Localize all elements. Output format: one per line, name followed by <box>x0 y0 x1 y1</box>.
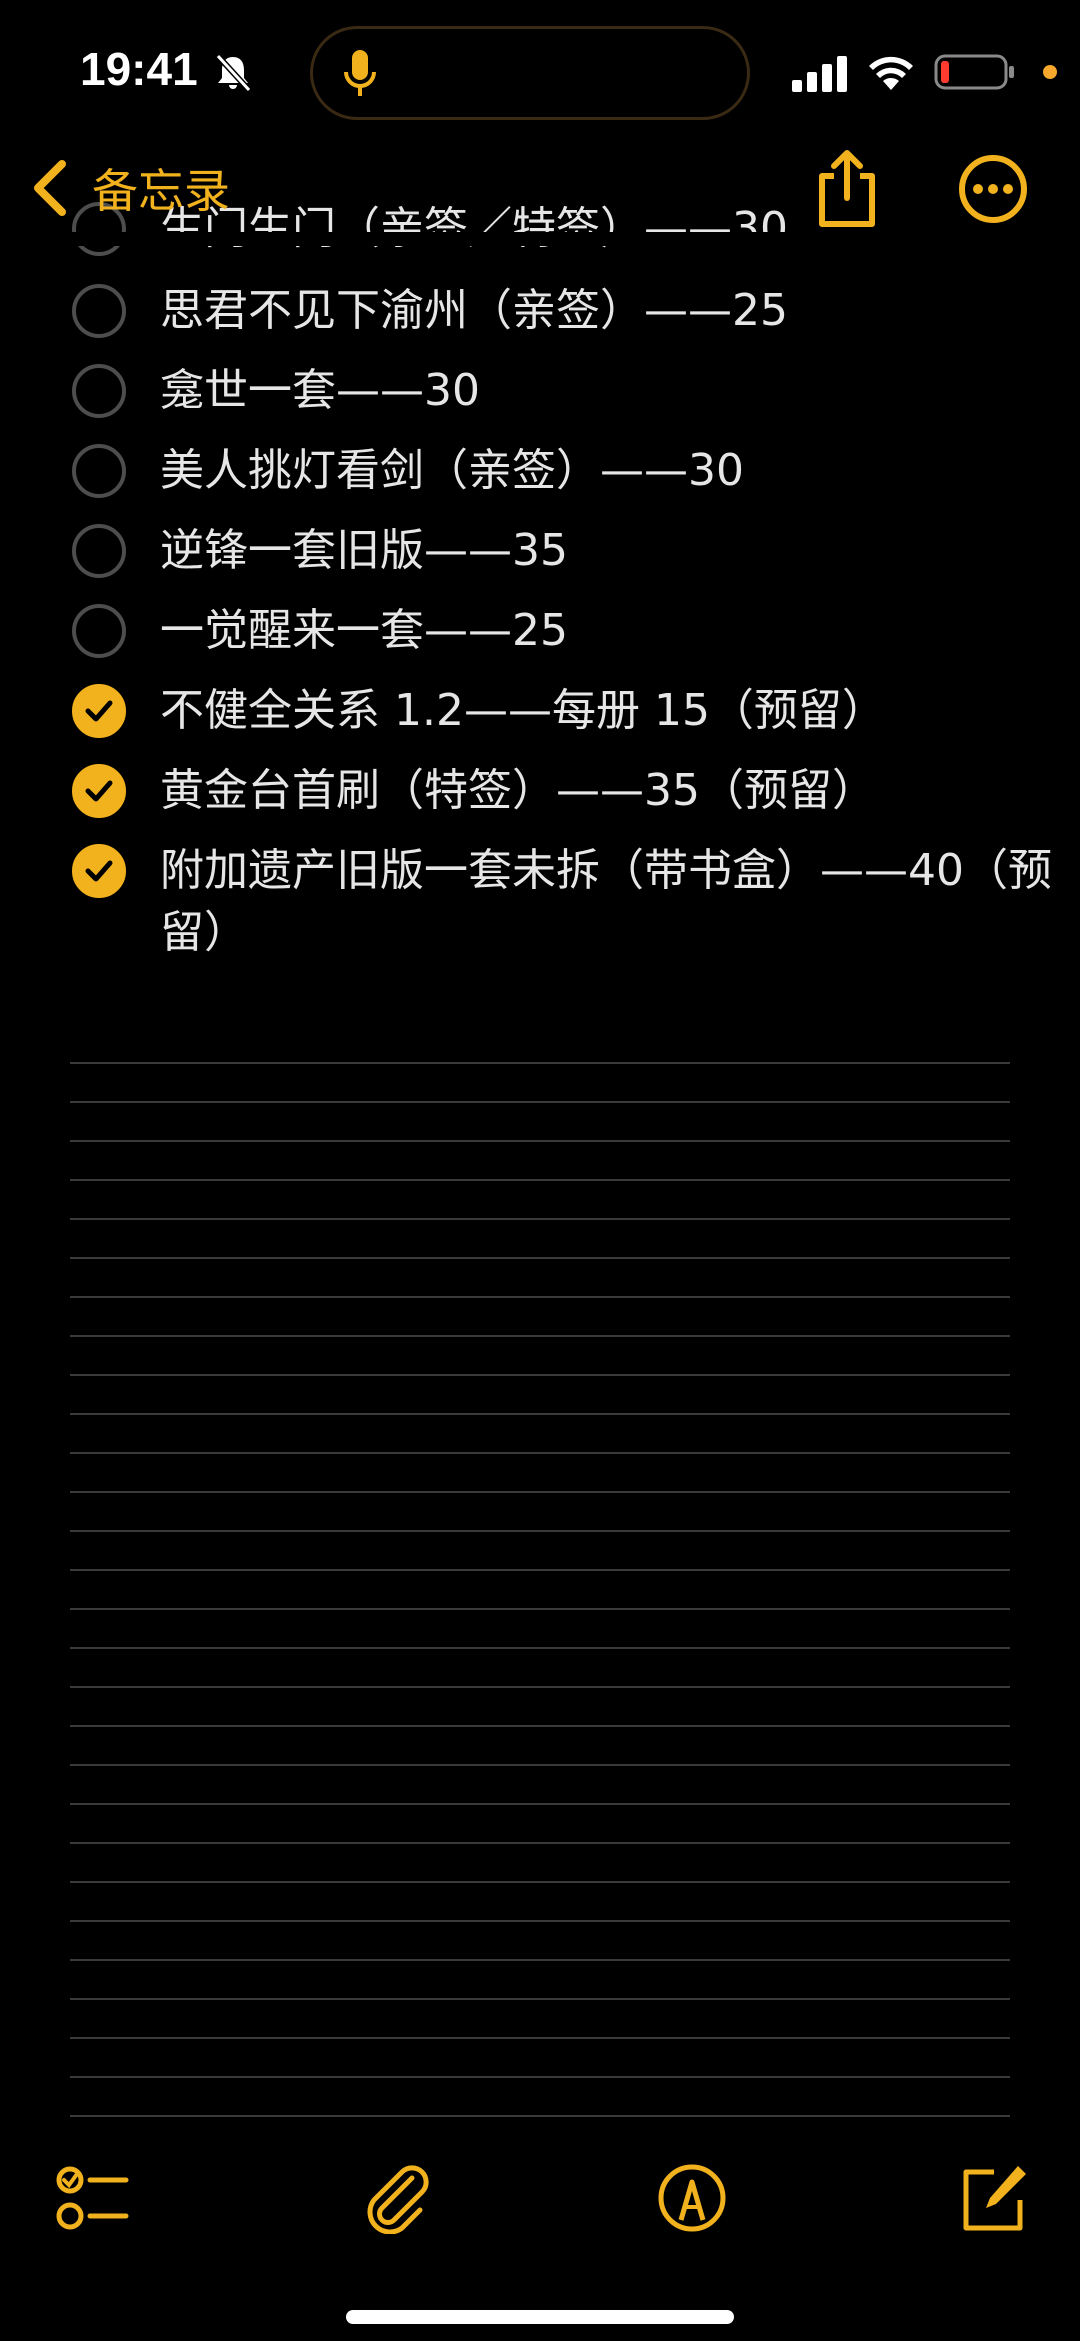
checklist-item-text[interactable]: 一觉醒来一套——25 <box>160 600 1060 662</box>
ruled-line <box>70 1686 1010 1688</box>
ellipsis-circle-icon[interactable] <box>958 154 1028 224</box>
ruled-line <box>70 1725 1010 1727</box>
ruled-line <box>70 1959 1010 1961</box>
ruled-line <box>70 1920 1010 1922</box>
checklist-item-text[interactable]: 思君不见下渝州（亲签）——25 <box>160 280 1060 342</box>
ruled-line <box>70 2076 1010 2078</box>
ruled-line <box>70 1842 1010 1844</box>
mic-icon <box>344 50 376 96</box>
back-button[interactable]: 备忘录 <box>28 150 230 226</box>
ruled-line <box>70 1374 1010 1376</box>
ruled-line <box>70 1764 1010 1766</box>
ruled-line <box>70 1608 1010 1610</box>
ruled-lines <box>70 1062 1010 2126</box>
status-time: 19:41 <box>80 43 198 95</box>
share-icon[interactable] <box>814 148 880 230</box>
ruled-line <box>70 1530 1010 1532</box>
checkbox-checked[interactable] <box>72 764 126 818</box>
privacy-indicator-dot <box>1043 65 1057 79</box>
bell-slash-icon <box>215 53 252 93</box>
ruled-line <box>70 1296 1010 1298</box>
ruled-line <box>70 1452 1010 1454</box>
paperclip-icon[interactable] <box>360 2162 436 2234</box>
checkmark-icon <box>85 780 113 802</box>
ruled-line <box>70 1257 1010 1259</box>
checkbox-unchecked[interactable] <box>72 284 126 338</box>
checklist-item-text[interactable]: 龛世一套——30 <box>160 360 1060 422</box>
checklist-item-text[interactable]: 逆锋一套旧版——35 <box>160 520 1060 582</box>
battery-low-icon <box>934 54 1014 90</box>
back-button-label[interactable]: 备忘录 <box>92 155 230 221</box>
checkmark-icon <box>85 860 113 882</box>
checkbox-unchecked[interactable] <box>72 364 126 418</box>
compose-icon[interactable] <box>956 2162 1032 2234</box>
ruled-line <box>70 2115 1010 2117</box>
ruled-line <box>70 1803 1010 1805</box>
ruled-line <box>70 1647 1010 1649</box>
ruled-line <box>70 1998 1010 2000</box>
checklist-item-text[interactable]: 生门生门（亲签／特签）——30 <box>160 198 1060 260</box>
checkbox-unchecked[interactable] <box>72 444 126 498</box>
checklist-item-text[interactable]: 不健全关系 1.2——每册 15（预留） <box>160 680 1060 742</box>
ruled-line <box>70 1881 1010 1883</box>
ruled-line <box>70 1218 1010 1220</box>
ruled-line <box>70 1335 1010 1337</box>
checklist-item-text[interactable]: 美人挑灯看剑（亲签）——30 <box>160 440 1060 502</box>
ruled-line <box>70 2037 1010 2039</box>
ruled-line <box>70 1413 1010 1415</box>
home-indicator[interactable] <box>346 2310 734 2324</box>
ruled-line <box>70 1101 1010 1103</box>
checkbox-unchecked[interactable] <box>72 524 126 578</box>
markup-pen-icon[interactable] <box>654 2162 730 2234</box>
ruled-line <box>70 1179 1010 1181</box>
checkbox-checked[interactable] <box>72 844 126 898</box>
checkbox-checked[interactable] <box>72 684 126 738</box>
checklist-icon[interactable] <box>54 2162 130 2234</box>
checkbox-unchecked[interactable] <box>72 604 126 658</box>
chevron-left-icon <box>34 160 66 216</box>
scroll-edge-mask <box>0 232 1080 246</box>
ruled-line <box>70 1491 1010 1493</box>
ruled-line <box>70 1569 1010 1571</box>
checkmark-icon <box>85 700 113 722</box>
wifi-icon <box>869 56 913 90</box>
ruled-line <box>70 1140 1010 1142</box>
status-bar: 19:41 <box>0 0 1080 140</box>
checklist-item-text[interactable]: 附加遗产旧版一套未拆（带书盒）——40（预留） <box>160 840 1060 964</box>
checklist-item-text[interactable]: 黄金台首刷（特签）——35（预留） <box>160 760 1060 822</box>
ruled-line <box>70 1062 1010 1064</box>
cellular-signal-icon <box>792 56 847 92</box>
